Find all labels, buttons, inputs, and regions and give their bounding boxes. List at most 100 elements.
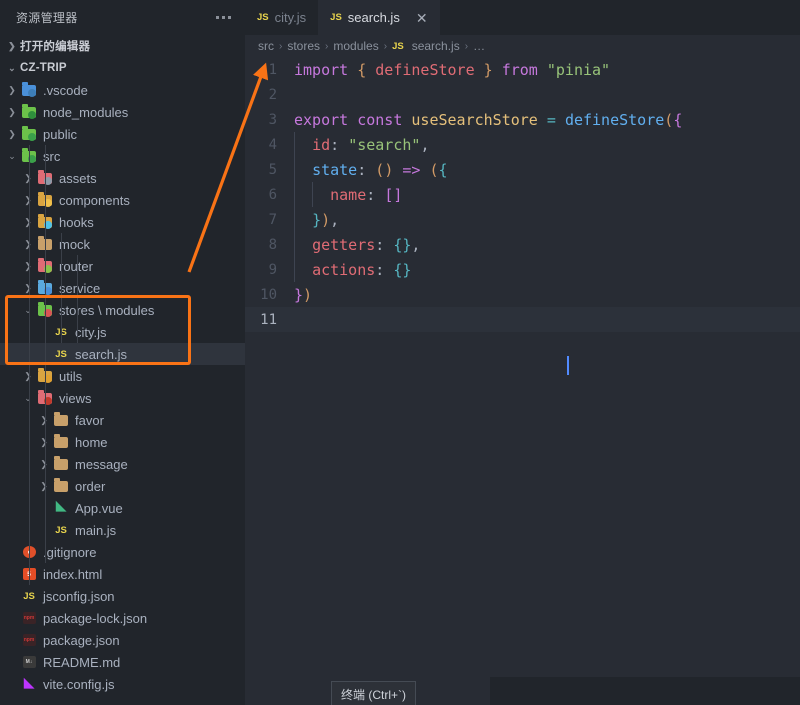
tree-item[interactable]: ⌄ views [0, 387, 245, 409]
tree-item[interactable]: ❯◥App.vue [0, 497, 245, 519]
folder-icon [52, 434, 70, 450]
tree-item[interactable]: ❯ order [0, 475, 245, 497]
code-line[interactable]: 4 id: "search", [245, 132, 800, 157]
tab[interactable]: JS city.js [245, 0, 319, 35]
code-line[interactable]: 1 import { defineStore } from "pinia" [245, 57, 800, 82]
tree-item[interactable]: ⌄ stores \ modules [0, 299, 245, 321]
tree-item[interactable]: ❯ .vscode [0, 79, 245, 101]
chevron-right-icon[interactable]: ❯ [20, 255, 36, 277]
close-icon[interactable]: ✕ [416, 11, 428, 25]
code-editor[interactable]: 1 import { defineStore } from "pinia" 2 3 ex… [245, 57, 800, 705]
chevron-down-icon[interactable]: ⌄ [4, 145, 20, 167]
tree-item[interactable]: ❯ assets [0, 167, 245, 189]
folder-icon [52, 456, 70, 472]
chevron-right-icon[interactable]: ❯ [20, 211, 36, 233]
line-number: 1 [268, 61, 277, 78]
line-number: 6 [268, 186, 277, 203]
tab-active[interactable]: JS search.js ✕ [318, 0, 440, 35]
tree-item[interactable]: ❯ message [0, 453, 245, 475]
indent-guide [294, 157, 295, 182]
tree-item-label: utils [59, 368, 83, 384]
code-line[interactable]: 6 name: [] [245, 182, 800, 207]
indent-guide [294, 132, 295, 157]
code-line[interactable]: 9 actions: {} [245, 257, 800, 282]
chevron-right-icon[interactable]: ❯ [36, 431, 52, 453]
folder-icon [20, 104, 38, 120]
tree-item[interactable]: ❯◥vite.config.js [0, 673, 245, 695]
breadcrumb-item[interactable]: stores [287, 39, 320, 53]
breadcrumb-item[interactable]: … [473, 39, 485, 53]
code-line[interactable]: 3 export const useSearchStore = defineSto… [245, 107, 800, 132]
chevron-down-icon[interactable]: ⌄ [20, 387, 36, 409]
tree-item-label: service [59, 280, 101, 296]
tree-item[interactable]: ❯ utils [0, 365, 245, 387]
tree-item[interactable]: ❯ public [0, 123, 245, 145]
chevron-right-icon[interactable]: ❯ [36, 409, 52, 431]
tree-item[interactable]: ❯ router [0, 255, 245, 277]
code-token: = [546, 110, 556, 129]
code-line[interactable]: 11 [245, 307, 800, 332]
tree-item[interactable]: ❯ node_modules [0, 101, 245, 123]
chevron-right-icon[interactable]: ❯ [36, 453, 52, 475]
chevron-right-icon[interactable]: ❯ [20, 233, 36, 255]
chevron-right-icon[interactable]: ❯ [20, 277, 36, 299]
indent-guide [294, 207, 295, 232]
tree-item[interactable]: ❯ home [0, 431, 245, 453]
chevron-right-icon[interactable]: ❯ [20, 189, 36, 211]
project-label: CZ-TRIP [20, 62, 67, 74]
chevron-right-icon[interactable]: ❯ [4, 123, 20, 145]
tree-item-label: index.html [43, 566, 103, 582]
more-actions-icon[interactable] [212, 12, 235, 23]
line-number: 2 [268, 86, 277, 103]
tree-item-label: home [75, 434, 108, 450]
tree-item[interactable]: ❯M↓README.md [0, 651, 245, 673]
indent-guide [29, 145, 30, 585]
tree-item[interactable]: ❯JSjsconfig.json [0, 585, 245, 607]
chevron-right-icon[interactable]: ❯ [4, 79, 20, 101]
code-line[interactable]: 10}) [245, 282, 800, 307]
tree-item[interactable]: ❯ hooks [0, 211, 245, 233]
chevron-right-icon[interactable]: ❯ [4, 101, 20, 123]
tree-item-label: search.js [75, 346, 128, 362]
indent-guide [294, 257, 295, 282]
tree-item[interactable]: ❯ mock [0, 233, 245, 255]
chevron-right-icon[interactable]: ❯ [20, 365, 36, 387]
tree-item[interactable]: ❯JSmain.js [0, 519, 245, 541]
tree-item[interactable]: ❯JScity.js [0, 321, 245, 343]
breadcrumb-item[interactable]: search.js [412, 39, 460, 53]
chevron-down-icon[interactable]: ⌄ [20, 299, 36, 321]
code-line[interactable]: 8 getters: {}, [245, 232, 800, 257]
chevron-right-icon[interactable]: ❯ [36, 475, 52, 497]
tree-item[interactable]: ❯◗.gitignore [0, 541, 245, 563]
tree-item-label: package.json [43, 632, 120, 648]
tree-item-selected[interactable]: ❯JSsearch.js [0, 343, 245, 365]
project-section[interactable]: ⌄ CZ-TRIP [0, 57, 245, 79]
tree-item[interactable]: ❯ components [0, 189, 245, 211]
javascript-file-icon: JS [330, 12, 342, 23]
breadcrumb-item[interactable]: modules [333, 39, 378, 53]
code-line[interactable]: 5 state: () => ({ [245, 157, 800, 182]
tree-item[interactable]: ❯5index.html [0, 563, 245, 585]
chevron-right-icon[interactable]: ❯ [20, 167, 36, 189]
breadcrumb-item[interactable]: src [258, 39, 274, 53]
line-number: 10 [260, 286, 277, 303]
tree-item-label: views [59, 390, 92, 406]
tree-item[interactable]: ❯ service [0, 277, 245, 299]
code-line[interactable]: 2 [245, 82, 800, 107]
tree-item[interactable]: ❯npmpackage.json [0, 629, 245, 651]
open-editors-section[interactable]: ❯ 打开的编辑器 [0, 35, 245, 57]
code-token: , [411, 235, 421, 254]
tree-item[interactable]: ❯ favor [0, 409, 245, 431]
code-token: [ [384, 185, 394, 204]
tree-item[interactable]: ⌄ src [0, 145, 245, 167]
tree-item[interactable]: ❯npmpackage-lock.json [0, 607, 245, 629]
code-line[interactable]: 7 }), [245, 207, 800, 232]
